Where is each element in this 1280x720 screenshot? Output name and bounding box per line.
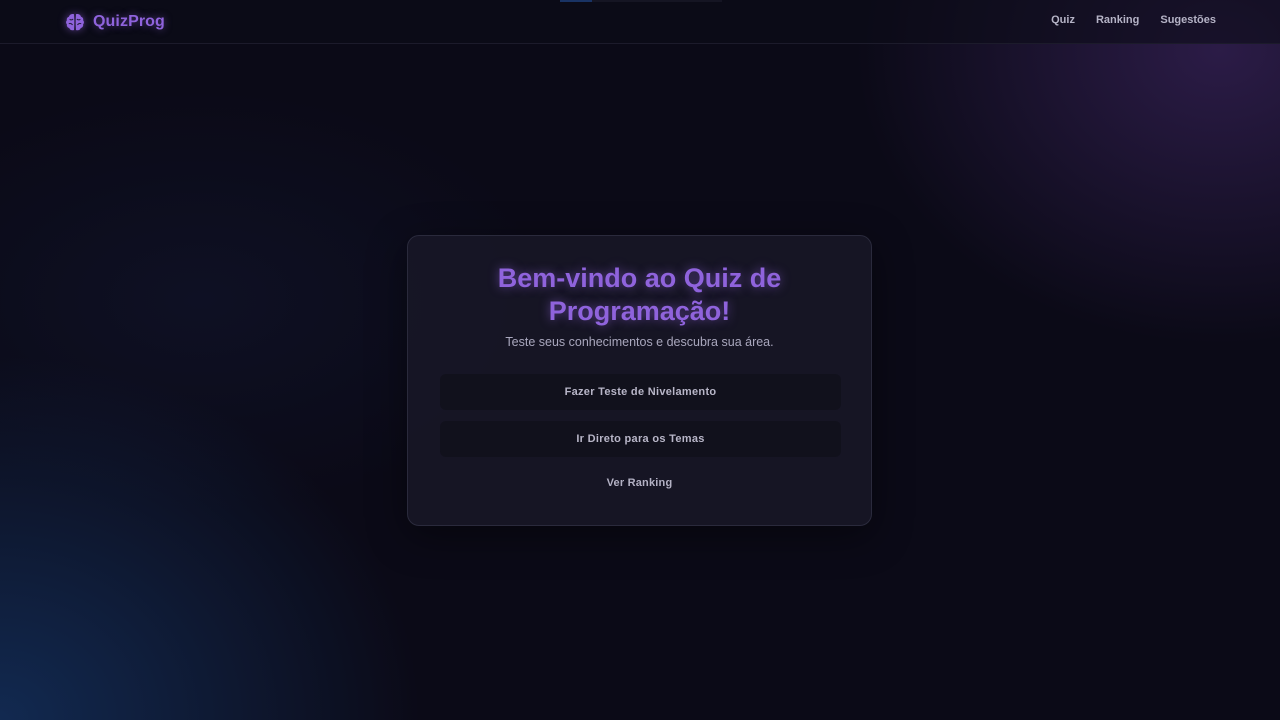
nav-link-ranking[interactable]: Ranking	[1096, 14, 1139, 26]
leveling-test-button[interactable]: Fazer Teste de Nivelamento	[440, 374, 841, 410]
brand-name: QuizProg	[93, 13, 165, 30]
main-nav: Quiz Ranking Sugestões	[1051, 14, 1216, 26]
nav-link-quiz[interactable]: Quiz	[1051, 14, 1075, 26]
welcome-subtitle: Teste seus conhecimentos e descubra sua …	[505, 335, 774, 349]
welcome-title: Bem-vindo ao Quiz de Programação!	[497, 263, 782, 326]
nav-link-sugestoes[interactable]: Sugestões	[1160, 14, 1216, 26]
top-navbar: QuizProg Quiz Ranking Sugestões	[0, 0, 1280, 44]
welcome-card: Bem-vindo ao Quiz de Programação! Teste …	[407, 235, 872, 526]
view-ranking-link[interactable]: Ver Ranking	[408, 477, 871, 489]
brain-icon	[64, 11, 86, 33]
go-to-topics-button[interactable]: Ir Direto para os Temas	[440, 421, 841, 457]
brand-logo-link[interactable]: QuizProg	[64, 11, 165, 33]
